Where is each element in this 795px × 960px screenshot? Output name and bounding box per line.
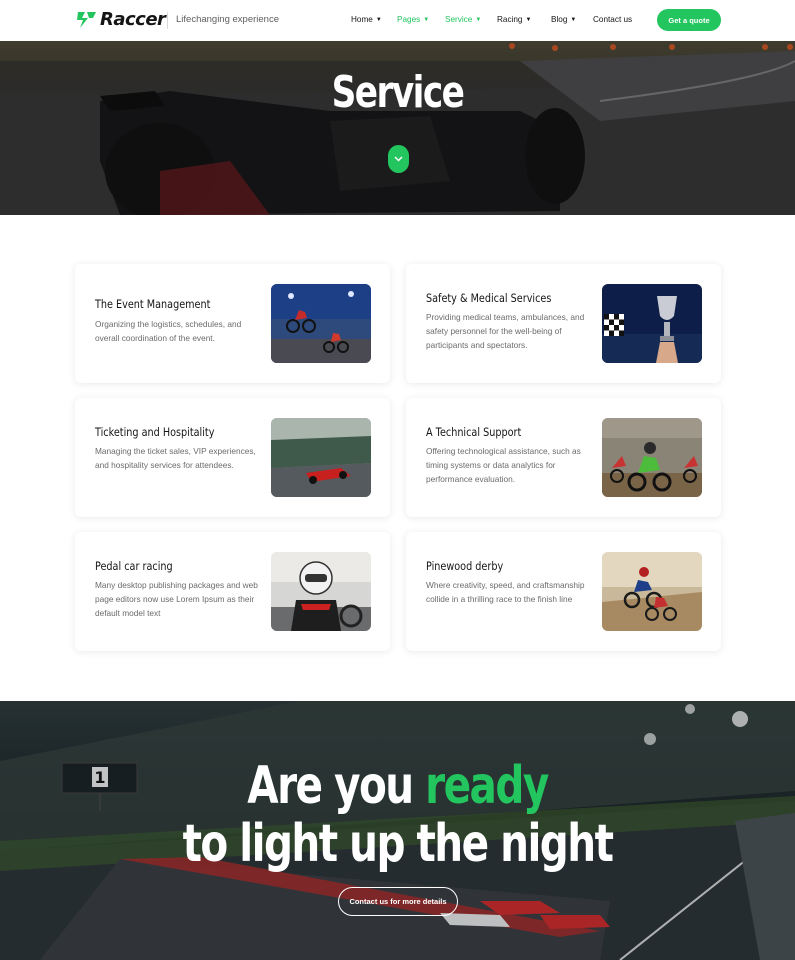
service-description: Providing medical teams, ambulances, and… (426, 312, 585, 350)
service-title: Pedal car racing (95, 559, 173, 573)
service-card-pedal-car-racing[interactable]: Pedal car racing Many desktop publishing… (75, 532, 390, 651)
nav-item-contact[interactable]: Contact us (593, 15, 632, 24)
scroll-down-button[interactable] (388, 145, 409, 173)
motocross-stadium-image (271, 284, 371, 363)
service-title: Safety & Medical Services (426, 291, 552, 305)
service-title: A Technical Support (426, 425, 522, 439)
service-description: Offering technological assistance, such … (426, 446, 581, 484)
service-description: Managing the ticket sales, VIP experienc… (95, 446, 256, 470)
nav-item-blog[interactable]: Blog ▼ (551, 15, 576, 24)
nav-label: Pages (397, 15, 421, 24)
service-description: Organizing the logistics, schedules, and… (95, 319, 242, 343)
service-card-technical-support[interactable]: A Technical Support Offering technologic… (406, 398, 721, 517)
cta-heading-accent: ready (425, 756, 549, 816)
trophy-checkered-flag-image (602, 284, 702, 363)
service-card-safety-medical[interactable]: Safety & Medical Services Providing medi… (406, 264, 721, 383)
service-description: Where creativity, speed, and craftsmansh… (426, 580, 585, 604)
chevron-down-icon: ▼ (570, 16, 577, 23)
dirt-bike-race-image (602, 418, 702, 497)
cta-heading-line2: to light up the night (182, 814, 614, 874)
chevron-down-icon (394, 156, 403, 162)
nav-item-pages[interactable]: Pages ▼ (397, 15, 429, 24)
page-hero: Service (0, 41, 795, 215)
service-card-ticketing[interactable]: Ticketing and Hospitality Managing the t… (75, 398, 390, 517)
nav-label: Service (445, 15, 473, 24)
nav-label: Blog (551, 15, 568, 24)
page-title: Service (331, 67, 465, 118)
site-header: Raccer Lifechanging experience Home ▼ Pag… (0, 0, 795, 41)
nav-label: Home (351, 15, 373, 24)
chevron-down-icon: ▼ (525, 16, 532, 23)
service-card-event-management[interactable]: The Event Management Organizing the logi… (75, 264, 390, 383)
cta-section: 1 Are you ready to light up the night Co… (0, 701, 795, 960)
service-card-pinewood-derby[interactable]: Pinewood derby Where creativity, speed, … (406, 532, 721, 651)
nav-item-home[interactable]: Home ▼ (351, 15, 382, 24)
service-title: Pinewood derby (426, 559, 504, 573)
kart-driver-helmet-image (271, 552, 371, 631)
chevron-down-icon: ▼ (423, 16, 430, 23)
cta-heading-prefix: Are you (247, 756, 414, 816)
formula-car-track-image (271, 418, 371, 497)
nav-item-service[interactable]: Service ▼ (445, 15, 481, 24)
get-quote-button[interactable]: Get a quote (657, 9, 721, 31)
chevron-down-icon: ▼ (475, 16, 482, 23)
nav-label: Racing (497, 15, 523, 24)
chevron-down-icon: ▼ (375, 16, 382, 23)
service-title: The Event Management (95, 297, 211, 311)
service-description: Many desktop publishing packages and web… (95, 580, 258, 618)
cta-heading-line1: Are you ready (87, 756, 707, 816)
desert-dirt-bike-image (602, 552, 702, 631)
contact-details-button[interactable]: Contact us for more details (338, 887, 458, 916)
service-title: Ticketing and Hospitality (95, 425, 215, 439)
nav-label: Contact us (593, 15, 633, 24)
nav-item-racing[interactable]: Racing ▼ (497, 15, 531, 24)
